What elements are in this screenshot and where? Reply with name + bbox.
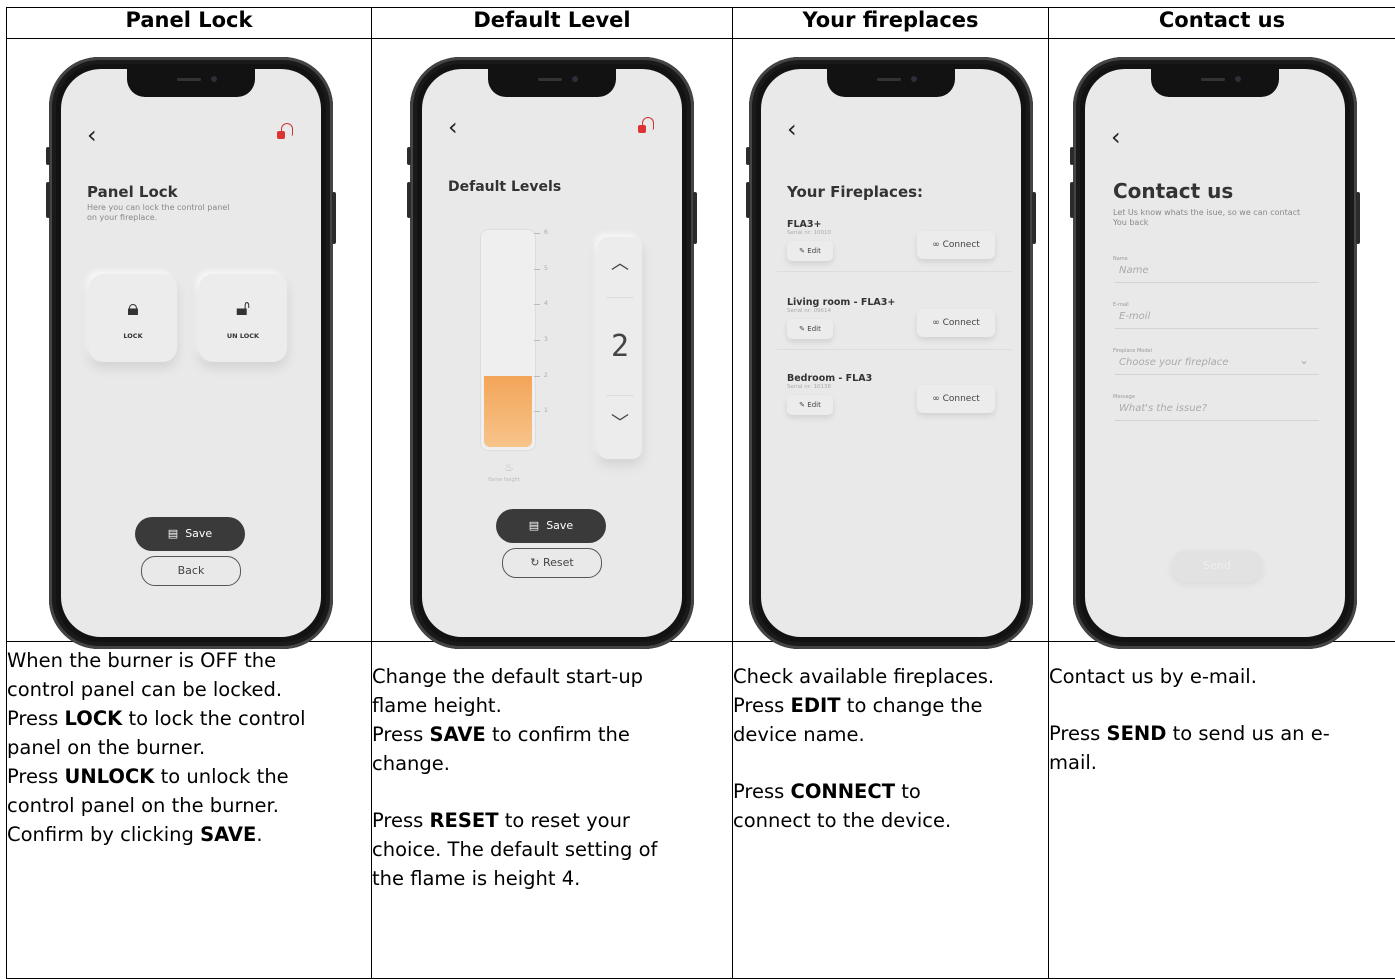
edit-button[interactable]: ✎ Edit (787, 395, 833, 415)
level-tick (534, 233, 540, 234)
level-tick-label: 1 (544, 407, 548, 414)
level-tick-label: 6 (544, 229, 548, 236)
level-tick (534, 411, 540, 412)
level-stepper[interactable]: ︿ 2 ﹀ (598, 237, 642, 459)
edit-button[interactable]: ✎ Edit (787, 319, 833, 339)
panel-lock-screenshot-cell: ‹ Panel Lock Here you can lock the contr… (7, 39, 372, 642)
save-button[interactable]: ▤ Save (135, 517, 245, 551)
default-level-screenshot-cell: ‹ Default Levels 6 5 4 3 2 1 ♨ flame height ︿… (372, 39, 733, 642)
page-title: Default Levels (448, 179, 561, 195)
level-tick-label: 3 (544, 336, 548, 343)
link-icon: ∞ (932, 318, 940, 328)
contact-description: Contact us by e-mail. Press SEND to send… (1049, 642, 1395, 979)
header-default-level: Default Level (372, 8, 733, 39)
edit-icon: ✎ (799, 247, 805, 255)
connect-button[interactable]: ∞ Connect (917, 385, 995, 413)
contact-screen: ‹ Contact us Let Us know whats the isue,… (1085, 69, 1345, 637)
fireplace-model-label: Fireplace Model (1113, 348, 1152, 354)
page-subtitle: Here you can lock the control panel on y… (87, 203, 230, 223)
fireplaces-description: Check available fireplaces. Press EDIT t… (733, 642, 1049, 979)
default-levels-screen: ‹ Default Levels 6 5 4 3 2 1 ♨ flame height ︿… (422, 69, 682, 637)
notification-bell-icon[interactable] (277, 123, 293, 139)
back-arrow-icon[interactable]: ‹ (87, 123, 97, 147)
chevron-down-icon[interactable]: ⌄ (1299, 353, 1309, 367)
phone-frame: ‹ Your Fireplaces: FLA3+ Serial nr: 1001… (749, 57, 1033, 649)
level-tick (534, 269, 540, 270)
instruction-table: Panel Lock Default Level Your fireplaces… (6, 7, 1395, 979)
save-icon: ▤ (168, 527, 178, 540)
header-panel-lock: Panel Lock (7, 8, 372, 39)
page-title: Panel Lock (87, 183, 178, 201)
level-tick (534, 304, 540, 305)
page-subtitle: Let Us know whats the isue, so we can co… (1113, 208, 1300, 228)
link-icon: ∞ (932, 394, 940, 404)
phone-frame: ‹ Default Levels 6 5 4 3 2 1 ♨ flame height ︿… (410, 57, 694, 649)
flame-level-bar (480, 229, 536, 451)
header-contact-us: Contact us (1049, 8, 1395, 39)
back-button[interactable]: Back (141, 556, 241, 586)
back-arrow-icon[interactable]: ‹ (787, 117, 797, 141)
save-icon: ▤ (529, 519, 539, 532)
email-field[interactable]: E-moil (1119, 311, 1150, 322)
default-level-description: Change the default start-up flame height… (372, 642, 733, 979)
fireplace-item: Living room - FLA3+ Serial nr: 09614 ✎ E… (787, 297, 997, 314)
chevron-up-icon[interactable]: ︿ (598, 249, 642, 275)
phone-frame: ‹ Contact us Let Us know whats the isue,… (1073, 57, 1357, 649)
link-icon: ∞ (932, 240, 940, 250)
flame-height-label: flame height (488, 477, 520, 483)
edit-button[interactable]: ✎ Edit (787, 241, 833, 261)
name-field[interactable]: Name (1119, 265, 1149, 276)
back-arrow-icon[interactable]: ‹ (1111, 125, 1121, 149)
notification-bell-icon[interactable] (638, 117, 654, 133)
chevron-down-icon[interactable]: ﹀ (598, 409, 642, 435)
save-button[interactable]: ▤ Save (496, 509, 606, 543)
back-arrow-icon[interactable]: ‹ (448, 115, 458, 139)
fireplaces-screenshot-cell: ‹ Your Fireplaces: FLA3+ Serial nr: 1001… (733, 39, 1049, 642)
page-title: Your Fireplaces: (787, 183, 923, 201)
reset-icon: ↻ (530, 556, 539, 569)
connect-button[interactable]: ∞ Connect (917, 309, 995, 337)
connect-button[interactable]: ∞ Connect (917, 231, 995, 259)
phone-frame: ‹ Panel Lock Here you can lock the contr… (49, 57, 333, 649)
message-field[interactable]: What's the issue? (1119, 403, 1207, 414)
fireplaces-screen: ‹ Your Fireplaces: FLA3+ Serial nr: 1001… (761, 69, 1021, 637)
name-label: Name (1113, 256, 1128, 262)
reset-button[interactable]: ↻ Reset (502, 548, 602, 578)
unlock-icon: 🔓︎ (199, 296, 287, 322)
flame-icon: ♨ (504, 461, 514, 474)
level-tick-label: 4 (544, 300, 548, 307)
email-label: E-mail (1113, 302, 1129, 308)
edit-icon: ✎ (799, 325, 805, 333)
fireplace-model-select[interactable]: Choose your fireplace (1119, 357, 1228, 368)
level-tick (534, 340, 540, 341)
fireplace-item: Bedroom - FLA3 Serial nr: 10138 ✎ Edit ∞… (787, 373, 997, 390)
header-your-fireplaces: Your fireplaces (733, 8, 1049, 39)
panel-lock-description: When the burner is OFF the control panel… (7, 642, 372, 979)
level-tick-label: 2 (544, 372, 548, 379)
edit-icon: ✎ (799, 401, 805, 409)
fireplace-item: FLA3+ Serial nr: 10010 ✎ Edit ∞ Connect (787, 219, 997, 236)
lock-icon: 🔒︎ (89, 296, 177, 322)
panel-lock-screen: ‹ Panel Lock Here you can lock the contr… (61, 69, 321, 637)
flame-level-fill (484, 376, 532, 447)
send-button[interactable]: Send (1171, 550, 1263, 582)
level-tick (534, 376, 540, 377)
level-tick-label: 5 (544, 265, 548, 272)
lock-button[interactable]: 🔒︎ LOCK (89, 274, 177, 362)
level-value: 2 (598, 329, 642, 364)
unlock-button[interactable]: 🔓︎ UN LOCK (199, 274, 287, 362)
page-title: Contact us (1113, 179, 1233, 203)
message-label: Message (1113, 394, 1135, 400)
contact-screenshot-cell: ‹ Contact us Let Us know whats the isue,… (1049, 39, 1395, 642)
